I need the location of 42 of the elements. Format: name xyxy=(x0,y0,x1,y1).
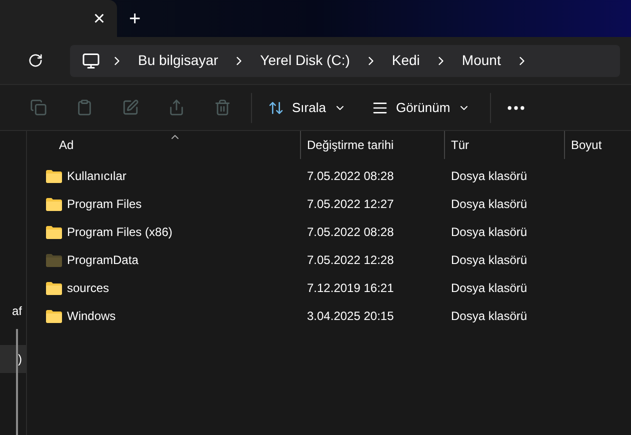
table-cell: 7.05.2022 12:27 xyxy=(307,197,394,211)
table-cell: 7.05.2022 12:28 xyxy=(307,253,394,267)
file-name[interactable]: Kullanıcılar xyxy=(67,167,126,185)
file-name[interactable]: Program Files xyxy=(67,195,142,213)
breadcrumb-item[interactable]: Mount xyxy=(458,50,505,71)
breadcrumb-item[interactable]: Bu bilgisayar xyxy=(134,50,222,71)
table-cell: 3.04.2025 20:15 xyxy=(307,309,394,323)
table-cell: Dosya klasörü xyxy=(451,309,528,323)
table-cell: 7.05.2022 08:28 xyxy=(307,169,394,183)
column-header[interactable]: Tür xyxy=(444,131,564,159)
paste-icon[interactable] xyxy=(76,99,92,116)
delete-icon[interactable] xyxy=(214,99,230,116)
lines-icon xyxy=(372,100,388,116)
table-cell: Dosya klasörü xyxy=(451,281,528,295)
table-cell: 7.12.2019 16:21 xyxy=(307,281,394,295)
sidebar-item[interactable]: ) xyxy=(0,345,26,373)
view-button[interactable]: Görünüm xyxy=(362,92,480,122)
table-cell: Dosya klasörü xyxy=(451,253,528,267)
column-header[interactable]: Boyut xyxy=(564,131,631,159)
file-name[interactable]: Program Files (x86) xyxy=(67,223,172,241)
table-cell: Dosya klasörü xyxy=(451,225,528,239)
table-cell: Dosya klasörü xyxy=(451,169,528,183)
column-header[interactable]: Değiştirme tarihi xyxy=(300,131,444,159)
sort-icon xyxy=(268,100,284,116)
file-name[interactable]: Windows xyxy=(67,307,116,325)
breadcrumb-item[interactable]: Yerel Disk (C:) xyxy=(256,50,354,71)
refresh-icon[interactable] xyxy=(28,53,42,68)
breadcrumb-item[interactable]: Kedi xyxy=(388,50,424,71)
address-bar[interactable]: Bu bilgisayar Yerel Disk (C:) Kedi Mount xyxy=(70,44,620,76)
table-cell: 7.05.2022 08:28 xyxy=(307,225,394,239)
computer-icon xyxy=(82,52,100,70)
column-header[interactable]: Ad xyxy=(27,131,300,159)
sidebar-item[interactable]: af xyxy=(0,297,26,325)
rename-icon[interactable] xyxy=(122,99,138,116)
sort-button[interactable]: Sırala xyxy=(258,92,356,122)
file-name[interactable]: ProgramData xyxy=(67,251,138,269)
copy-icon[interactable] xyxy=(30,99,46,116)
share-icon[interactable] xyxy=(168,99,184,116)
new-tab-button[interactable]: + xyxy=(129,9,141,29)
file-name[interactable]: sources xyxy=(67,279,110,297)
table-cell: Dosya klasörü xyxy=(451,197,528,211)
close-tab-button[interactable]: × xyxy=(93,8,105,28)
